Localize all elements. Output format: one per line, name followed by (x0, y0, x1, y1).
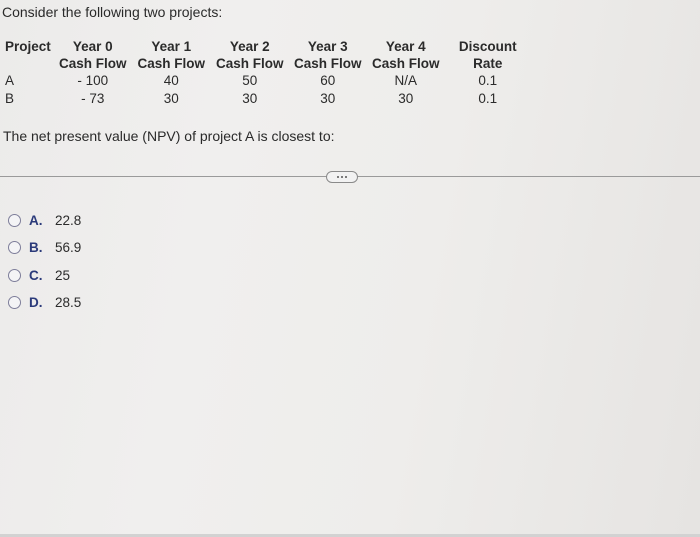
header-discount: Discount (458, 39, 517, 54)
header-year0: Year 0 (72, 39, 113, 54)
option-value: 22.8 (55, 212, 82, 228)
radio-button-icon[interactable] (8, 241, 21, 254)
option-b[interactable]: B. 56.9 (8, 238, 81, 258)
header-year2: Year 2 (229, 39, 270, 54)
table-row: B - 73 30 30 30 30 0.1 (2, 90, 531, 108)
header-year1-sub: Cash Flow (137, 56, 206, 71)
header-year3: Year 3 (307, 39, 348, 54)
answer-options: A. 22.8 B. 56.9 C. 25 D. 28.5 (8, 210, 81, 320)
header-year4-sub: Cash Flow (372, 56, 440, 71)
cell-year1: 30 (163, 91, 179, 106)
cell-discount: 0.1 (478, 73, 498, 88)
cell-year4: N/A (394, 73, 418, 88)
header-year3-sub: Cash Flow (294, 56, 362, 71)
cell-year3: 30 (320, 91, 336, 106)
option-letter: C. (29, 267, 43, 283)
cell-year3: 60 (320, 73, 336, 88)
table-header-row: Project Year 0 Year 1 Year 2 Year 3 Year… (2, 38, 531, 55)
option-value: 28.5 (55, 295, 82, 310)
header-project: Project (5, 39, 51, 54)
cell-discount: 0.1 (478, 91, 498, 106)
option-value: 25 (55, 267, 71, 283)
cell-year2: 50 (242, 73, 258, 88)
radio-button-icon[interactable] (8, 213, 21, 227)
cell-project: A (5, 73, 15, 88)
option-letter: A. (29, 212, 43, 228)
cell-project: B (5, 91, 15, 106)
projects-table: Project Year 0 Year 1 Year 2 Year 3 Year… (2, 38, 531, 108)
cell-year2: 30 (242, 91, 258, 106)
table-header-row-2: Cash Flow Cash Flow Cash Flow Cash Flow … (2, 55, 531, 72)
option-a[interactable]: A. 22.8 (8, 210, 81, 230)
header-year0-sub: Cash Flow (59, 56, 127, 71)
ellipsis-dot-icon (345, 176, 347, 178)
table-row: A - 100 40 50 60 N/A 0.1 (2, 72, 531, 90)
ellipsis-dot-icon (341, 176, 343, 178)
option-value: 56.9 (55, 240, 82, 255)
radio-button-icon[interactable] (8, 296, 21, 309)
question-text: The net present value (NPV) of project A… (3, 128, 335, 144)
header-year4: Year 4 (385, 39, 426, 54)
header-discount-sub: Rate (473, 56, 503, 71)
header-year1: Year 1 (151, 39, 192, 54)
intro-text: Consider the following two projects: (2, 4, 223, 20)
radio-button-icon[interactable] (8, 268, 21, 282)
cell-year0: - 73 (81, 91, 105, 106)
cell-year0: - 100 (77, 73, 109, 88)
expand-more-button[interactable] (326, 171, 358, 183)
option-letter: B. (29, 240, 43, 255)
header-year2-sub: Cash Flow (216, 56, 284, 71)
option-letter: D. (29, 295, 43, 310)
option-c[interactable]: C. 25 (8, 265, 81, 285)
cell-year4: 30 (398, 91, 414, 106)
ellipsis-dot-icon (337, 176, 339, 178)
option-d[interactable]: D. 28.5 (8, 293, 81, 313)
cell-year1: 40 (163, 73, 179, 88)
